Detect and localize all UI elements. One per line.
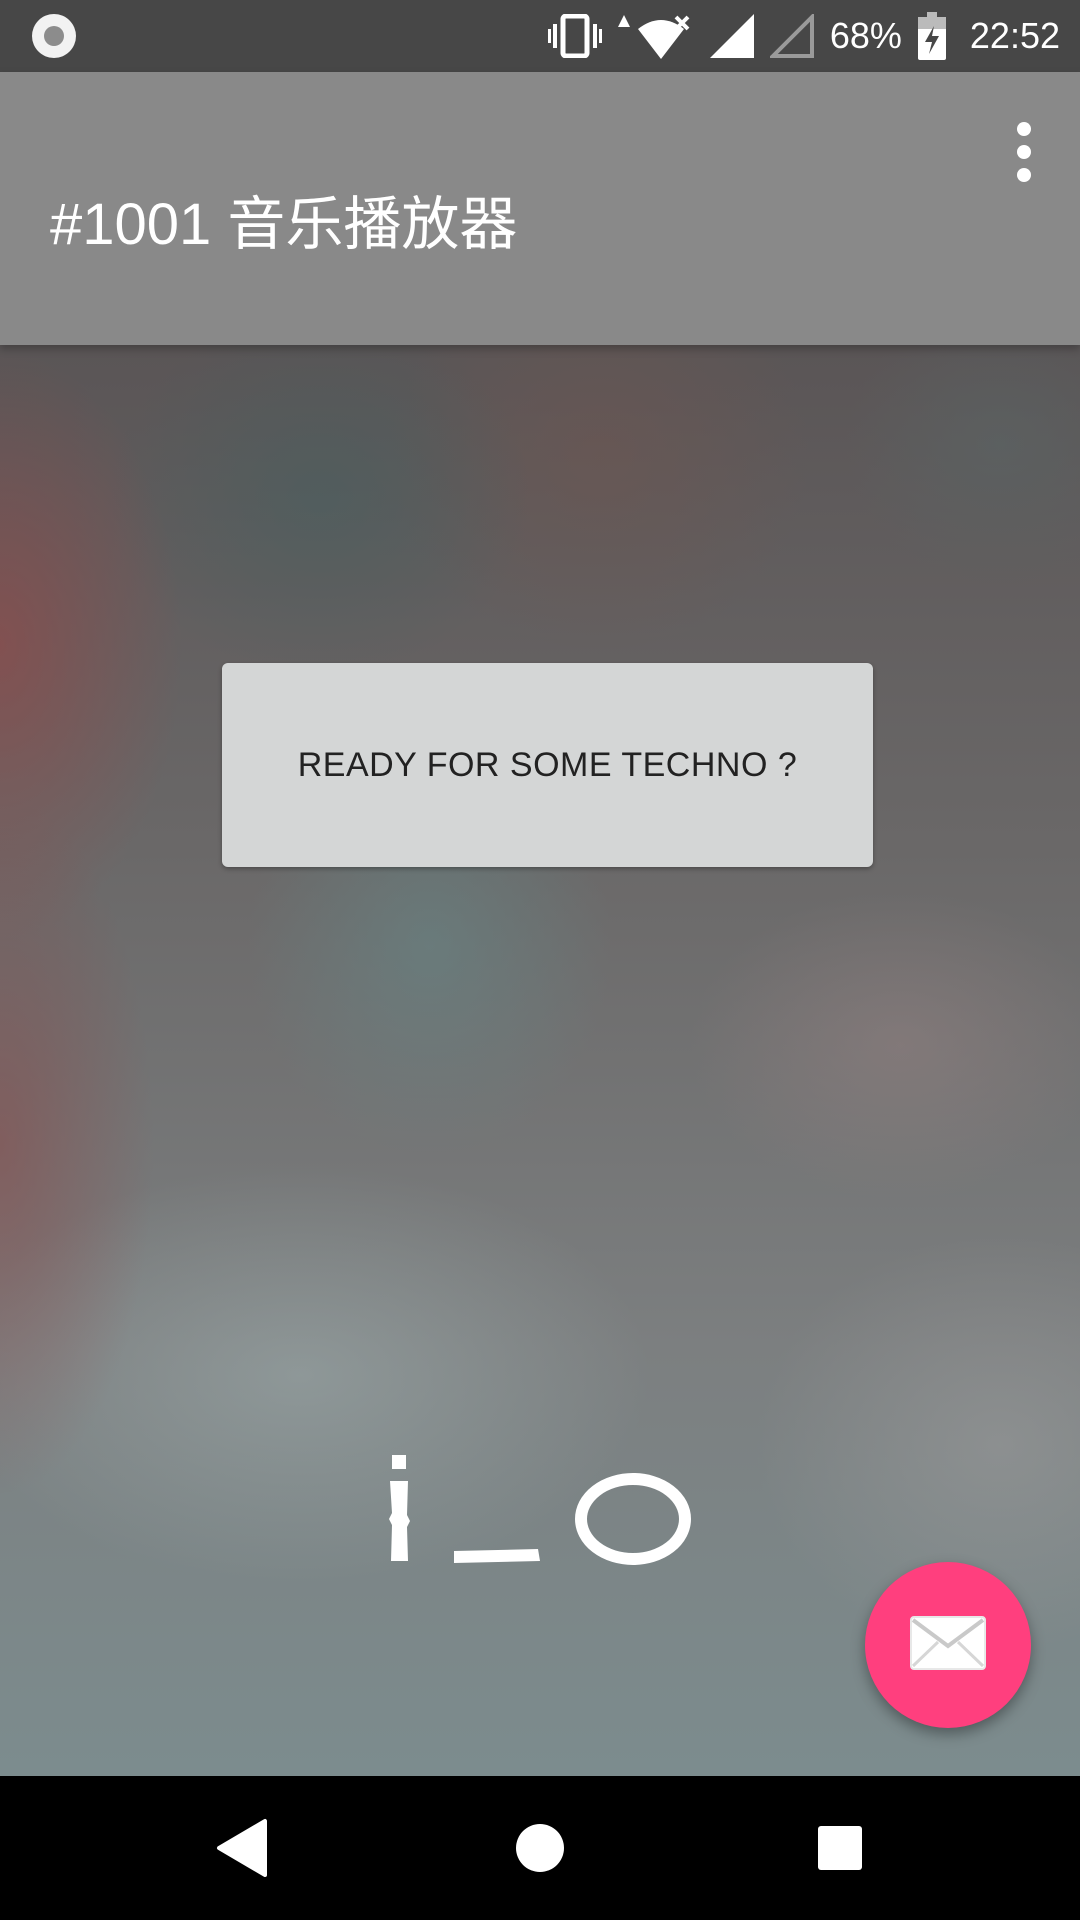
home-icon[interactable] (468, 1776, 612, 1920)
clock: 22:52 (969, 15, 1060, 56)
record-circle-icon (32, 14, 76, 58)
battery-percent: 68% (829, 15, 902, 56)
signal-icon (709, 14, 754, 58)
wifi-icon (617, 11, 694, 61)
navigation-bar (0, 1776, 1080, 1920)
status-icons: 68% 22:52 (547, 0, 1060, 72)
back-icon[interactable] (170, 1776, 314, 1920)
vibrate-icon (547, 14, 602, 58)
battery-charging-icon (917, 12, 946, 60)
status-bar: 68% 22:52 (0, 0, 1080, 72)
mail-fab-button[interactable] (865, 1562, 1031, 1728)
app-bar: #1001 音乐播放器 (0, 72, 1080, 345)
main-content: READY FOR SOME TECHNO ? (0, 345, 1080, 1776)
mail-icon (910, 1615, 986, 1675)
ready-techno-button[interactable]: READY FOR SOME TECHNO ? (222, 663, 873, 867)
more-vert-icon[interactable] (1008, 122, 1040, 182)
i-o-logo-icon (380, 1455, 700, 1575)
recents-icon[interactable] (768, 1776, 912, 1920)
page-title: #1001 音乐播放器 (50, 192, 518, 257)
screen: 68% 22:52 #1001 音乐播放器 READY FOR SOME TEC… (0, 0, 1080, 1920)
signal-empty-icon (769, 14, 814, 58)
